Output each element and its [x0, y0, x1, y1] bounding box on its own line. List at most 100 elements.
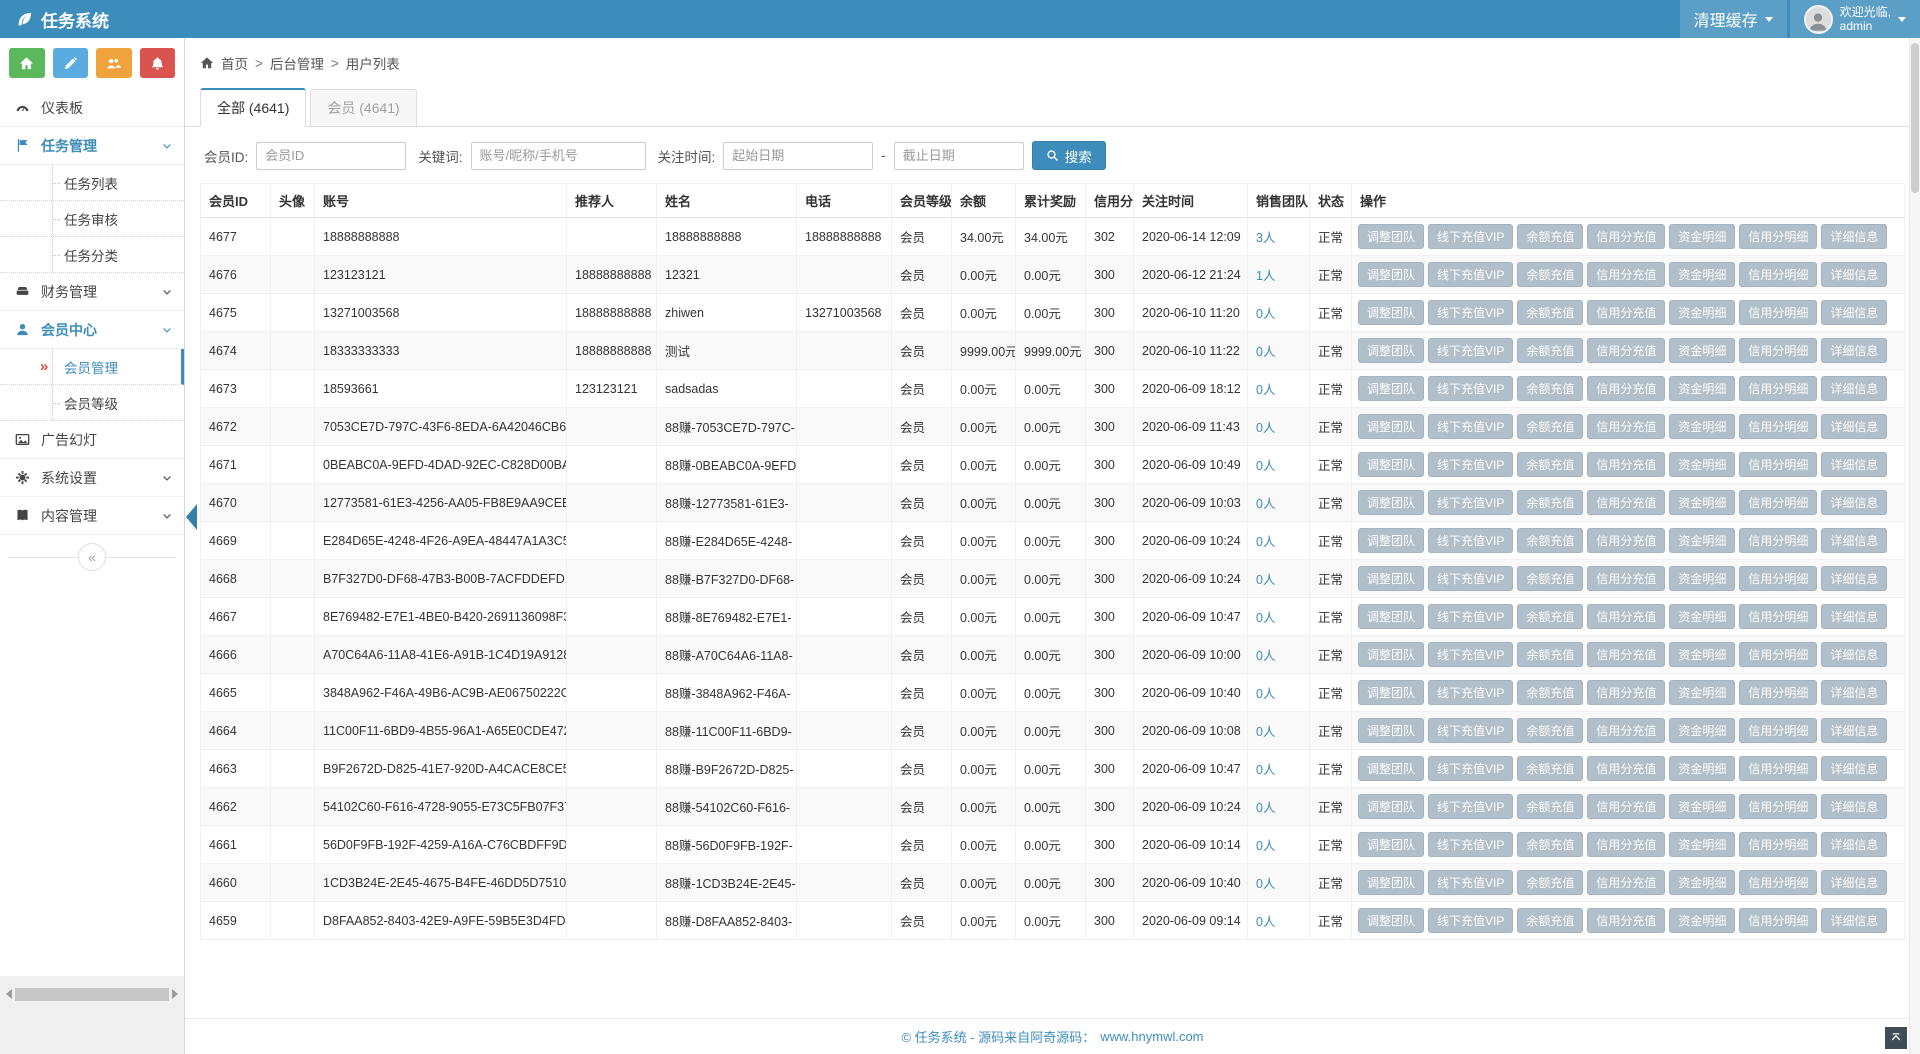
sidebar-item-ad-slides[interactable]: 广告幻灯: [0, 421, 184, 459]
funds-detail-button[interactable]: 资金明细: [1669, 680, 1735, 705]
sales-team-link[interactable]: 0人: [1256, 725, 1275, 739]
detail-info-button[interactable]: 详细信息: [1821, 794, 1887, 819]
credit-recharge-button[interactable]: 信用分充值: [1587, 794, 1665, 819]
credit-detail-button[interactable]: 信用分明细: [1739, 452, 1817, 477]
adjust-team-button[interactable]: 调整团队: [1358, 832, 1424, 857]
credit-recharge-button[interactable]: 信用分充值: [1587, 566, 1665, 591]
home-button[interactable]: [9, 48, 45, 78]
credit-detail-button[interactable]: 信用分明细: [1739, 528, 1817, 553]
detail-info-button[interactable]: 详细信息: [1821, 832, 1887, 857]
detail-info-button[interactable]: 详细信息: [1821, 376, 1887, 401]
adjust-team-button[interactable]: 调整团队: [1358, 566, 1424, 591]
funds-detail-button[interactable]: 资金明细: [1669, 604, 1735, 629]
balance-recharge-button[interactable]: 余额充值: [1517, 604, 1583, 629]
funds-detail-button[interactable]: 资金明细: [1669, 452, 1735, 477]
horizontal-scrollbar[interactable]: [1, 987, 183, 1001]
sidebar-collapse-button[interactable]: «: [78, 543, 106, 571]
funds-detail-button[interactable]: 资金明细: [1669, 338, 1735, 363]
adjust-team-button[interactable]: 调整团队: [1358, 908, 1424, 933]
funds-detail-button[interactable]: 资金明细: [1669, 262, 1735, 287]
offline-recharge-vip-button[interactable]: 线下充值VIP: [1428, 452, 1513, 477]
credit-recharge-button[interactable]: 信用分充值: [1587, 300, 1665, 325]
detail-info-button[interactable]: 详细信息: [1821, 224, 1887, 249]
sales-team-link[interactable]: 0人: [1256, 915, 1275, 929]
detail-info-button[interactable]: 详细信息: [1821, 528, 1887, 553]
detail-info-button[interactable]: 详细信息: [1821, 908, 1887, 933]
scroll-left-arrow-icon[interactable]: [1, 989, 12, 999]
funds-detail-button[interactable]: 资金明细: [1669, 300, 1735, 325]
sales-team-link[interactable]: 0人: [1256, 383, 1275, 397]
balance-recharge-button[interactable]: 余额充值: [1517, 338, 1583, 363]
credit-detail-button[interactable]: 信用分明细: [1739, 376, 1817, 401]
offline-recharge-vip-button[interactable]: 线下充值VIP: [1428, 300, 1513, 325]
balance-recharge-button[interactable]: 余额充值: [1517, 718, 1583, 743]
offline-recharge-vip-button[interactable]: 线下充值VIP: [1428, 224, 1513, 249]
sales-team-link[interactable]: 0人: [1256, 611, 1275, 625]
adjust-team-button[interactable]: 调整团队: [1358, 756, 1424, 781]
horizontal-scrollbar-thumb[interactable]: [15, 988, 169, 1001]
balance-recharge-button[interactable]: 余额充值: [1517, 566, 1583, 591]
sales-team-link[interactable]: 0人: [1256, 345, 1275, 359]
sidebar-item-task-list[interactable]: 任务列表: [0, 165, 184, 201]
adjust-team-button[interactable]: 调整团队: [1358, 642, 1424, 667]
sales-team-link[interactable]: 0人: [1256, 421, 1275, 435]
credit-recharge-button[interactable]: 信用分充值: [1587, 262, 1665, 287]
sales-team-link[interactable]: 0人: [1256, 839, 1275, 853]
credit-detail-button[interactable]: 信用分明细: [1739, 224, 1817, 249]
search-button[interactable]: 搜索: [1032, 141, 1106, 170]
balance-recharge-button[interactable]: 余额充值: [1517, 680, 1583, 705]
sidebar-item-member-level[interactable]: 会员等级: [0, 385, 184, 421]
footer-link[interactable]: www.hnymwl.com: [1100, 1029, 1203, 1044]
offline-recharge-vip-button[interactable]: 线下充值VIP: [1428, 528, 1513, 553]
adjust-team-button[interactable]: 调整团队: [1358, 414, 1424, 439]
credit-detail-button[interactable]: 信用分明细: [1739, 718, 1817, 743]
balance-recharge-button[interactable]: 余额充值: [1517, 832, 1583, 857]
credit-recharge-button[interactable]: 信用分充值: [1587, 718, 1665, 743]
sales-team-link[interactable]: 0人: [1256, 649, 1275, 663]
offline-recharge-vip-button[interactable]: 线下充值VIP: [1428, 338, 1513, 363]
credit-recharge-button[interactable]: 信用分充值: [1587, 338, 1665, 363]
sales-team-link[interactable]: 3人: [1256, 231, 1275, 245]
sales-team-link[interactable]: 0人: [1256, 877, 1275, 891]
credit-detail-button[interactable]: 信用分明细: [1739, 414, 1817, 439]
notifications-button[interactable]: [140, 48, 176, 78]
sidebar-item-system-settings[interactable]: 系统设置: [0, 459, 184, 497]
adjust-team-button[interactable]: 调整团队: [1358, 528, 1424, 553]
credit-detail-button[interactable]: 信用分明细: [1739, 566, 1817, 591]
offline-recharge-vip-button[interactable]: 线下充值VIP: [1428, 756, 1513, 781]
offline-recharge-vip-button[interactable]: 线下充值VIP: [1428, 680, 1513, 705]
sidebar-item-content-management[interactable]: 内容管理: [0, 497, 184, 535]
adjust-team-button[interactable]: 调整团队: [1358, 224, 1424, 249]
tab-member[interactable]: 会员 (4641): [310, 89, 416, 127]
adjust-team-button[interactable]: 调整团队: [1358, 376, 1424, 401]
detail-info-button[interactable]: 详细信息: [1821, 262, 1887, 287]
credit-recharge-button[interactable]: 信用分充值: [1587, 870, 1665, 895]
sidebar-item-task-management[interactable]: 任务管理: [0, 127, 184, 165]
credit-detail-button[interactable]: 信用分明细: [1739, 642, 1817, 667]
credit-recharge-button[interactable]: 信用分充值: [1587, 414, 1665, 439]
offline-recharge-vip-button[interactable]: 线下充值VIP: [1428, 642, 1513, 667]
offline-recharge-vip-button[interactable]: 线下充值VIP: [1428, 376, 1513, 401]
vertical-scrollbar[interactable]: [1909, 38, 1920, 1054]
edit-button[interactable]: [53, 48, 89, 78]
balance-recharge-button[interactable]: 余额充值: [1517, 262, 1583, 287]
funds-detail-button[interactable]: 资金明细: [1669, 566, 1735, 591]
app-logo[interactable]: 任务系统: [0, 0, 185, 38]
adjust-team-button[interactable]: 调整团队: [1358, 490, 1424, 515]
funds-detail-button[interactable]: 资金明细: [1669, 528, 1735, 553]
detail-info-button[interactable]: 详细信息: [1821, 756, 1887, 781]
adjust-team-button[interactable]: 调整团队: [1358, 604, 1424, 629]
credit-detail-button[interactable]: 信用分明细: [1739, 680, 1817, 705]
sidebar-item-dashboard[interactable]: 仪表板: [0, 89, 184, 127]
credit-recharge-button[interactable]: 信用分充值: [1587, 376, 1665, 401]
credit-recharge-button[interactable]: 信用分充值: [1587, 832, 1665, 857]
credit-detail-button[interactable]: 信用分明细: [1739, 832, 1817, 857]
vertical-scrollbar-thumb[interactable]: [1911, 43, 1919, 193]
adjust-team-button[interactable]: 调整团队: [1358, 452, 1424, 477]
detail-info-button[interactable]: 详细信息: [1821, 680, 1887, 705]
credit-detail-button[interactable]: 信用分明细: [1739, 300, 1817, 325]
credit-detail-button[interactable]: 信用分明细: [1739, 262, 1817, 287]
credit-recharge-button[interactable]: 信用分充值: [1587, 528, 1665, 553]
balance-recharge-button[interactable]: 余额充值: [1517, 794, 1583, 819]
credit-detail-button[interactable]: 信用分明细: [1739, 908, 1817, 933]
